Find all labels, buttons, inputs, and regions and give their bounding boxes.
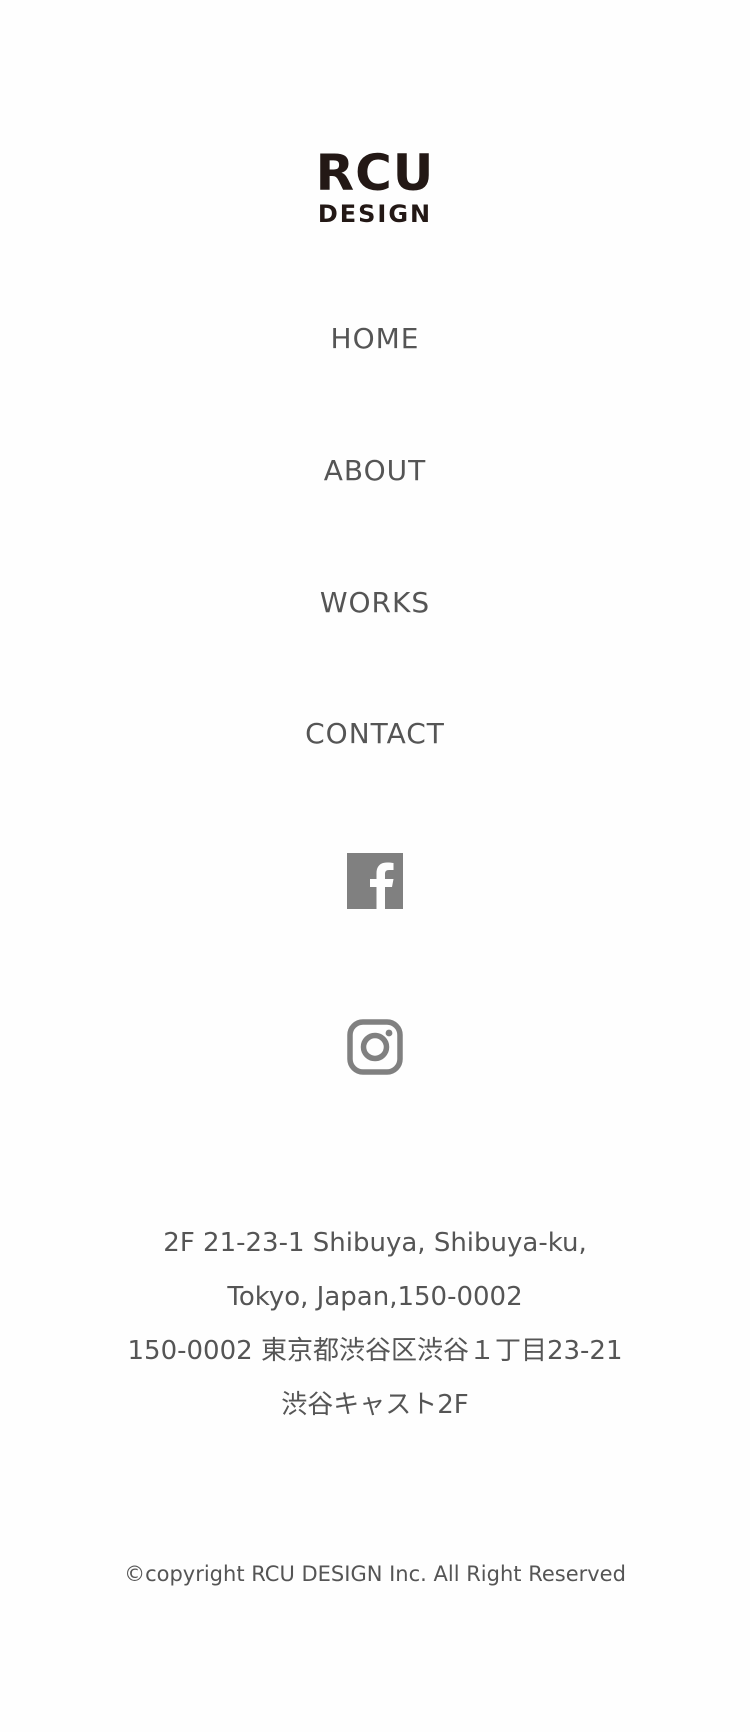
facebook-icon bbox=[347, 853, 403, 909]
company-address: 2F 21-23-1 Shibuya, Shibuya-ku, Tokyo, J… bbox=[0, 1216, 750, 1432]
nav-works-link[interactable]: WORKS bbox=[0, 589, 750, 617]
site-logo[interactable]: RCU DESIGN bbox=[0, 148, 750, 226]
address-line-1: 2F 21-23-1 Shibuya, Shibuya-ku, bbox=[163, 1228, 587, 1258]
nav-home-link[interactable]: HOME bbox=[0, 325, 750, 353]
instagram-link[interactable] bbox=[347, 1019, 403, 1075]
logo-line-design: DESIGN bbox=[317, 200, 433, 228]
nav-contact-link[interactable]: CONTACT bbox=[0, 720, 750, 748]
copyright-text: ©copyright RCU DESIGN Inc. All Right Res… bbox=[124, 1562, 626, 1586]
address-line-2: Tokyo, Japan,150-0002 bbox=[227, 1282, 523, 1312]
address-line-3: 150-0002 東京都渋谷区渋谷１丁目23-21 bbox=[127, 1336, 623, 1366]
address-line-4: 渋谷キャスト2F bbox=[281, 1390, 469, 1420]
logo-line-rcu: RCU bbox=[315, 144, 435, 202]
nav-about-link[interactable]: ABOUT bbox=[0, 457, 750, 485]
facebook-link[interactable] bbox=[347, 853, 403, 909]
instagram-icon bbox=[347, 1019, 403, 1075]
